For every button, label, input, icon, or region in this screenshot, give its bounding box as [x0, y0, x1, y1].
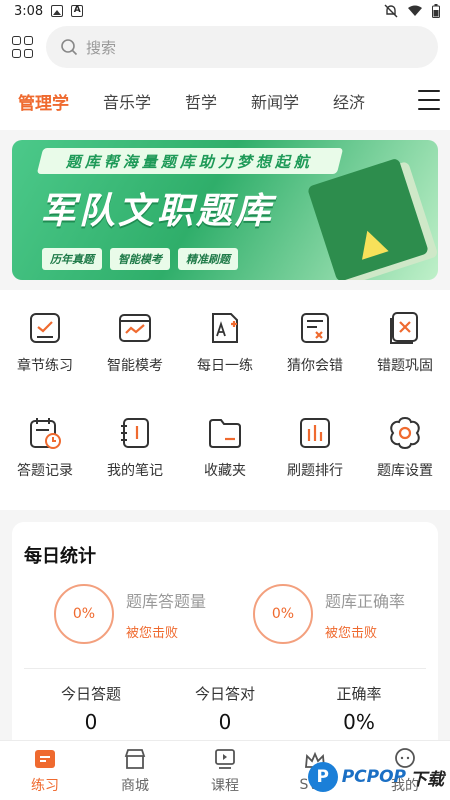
tab-journalism[interactable]: 新闻学 [251, 89, 299, 114]
nav-label: 练习 [31, 777, 59, 794]
feature-answer-record[interactable]: 答题记录 [0, 405, 90, 510]
menu-icon[interactable] [418, 90, 440, 110]
stats-title: 每日统计 [24, 546, 96, 567]
shop-icon [124, 748, 146, 769]
feature-label: 收藏夹 [204, 463, 246, 479]
stat-label: 题库正确率 [325, 591, 406, 611]
gallery-notification-icon [51, 5, 64, 17]
feature-label: 猜你会错 [287, 358, 343, 374]
settings-icon [390, 416, 420, 450]
a-notification-icon: A [71, 5, 84, 17]
banner-area: 题库帮海量题库助力梦想起航 军队文职题库 历年真题 智能模考 精准刷题 [0, 130, 450, 290]
feature-settings[interactable]: 题库设置 [360, 405, 450, 510]
feature-favorites[interactable]: 收藏夹 [180, 405, 270, 510]
chapter-practice-icon [30, 313, 60, 343]
status-bar: 3:08 A [0, 0, 450, 22]
smart-exam-icon [119, 314, 151, 342]
nav-label: 课程 [211, 777, 239, 794]
banner-slogan-box: 题库帮海量题库助力梦想起航 [36, 148, 344, 174]
feature-label: 题库设置 [377, 463, 433, 479]
stat-label: 题库答题量 [126, 591, 207, 611]
favorites-icon [209, 419, 241, 448]
answer-volume-stat: 0% 题库答题量 被您击败 [54, 584, 227, 644]
banner-tag: 智能模考 [110, 248, 170, 270]
watermark-suffix: 下载 [410, 769, 444, 790]
book-illustration-icon [306, 157, 430, 280]
feature-chapter-practice[interactable]: 章节练习 [0, 300, 90, 405]
tab-economics[interactable]: 经济 [333, 89, 365, 114]
feature-daily-practice[interactable]: 每日一练 [180, 300, 270, 405]
nav-shop[interactable]: 商城 [90, 741, 180, 800]
guess-wrong-icon [301, 313, 329, 343]
course-icon [215, 748, 235, 769]
banner-tag: 历年真题 [42, 248, 102, 270]
pcpop-logo-icon: P [307, 762, 338, 792]
category-grid-icon[interactable] [12, 36, 34, 58]
stats-area: 每日统计 0% 题库答题量 被您击败 0% 题库正确率 被您击败 今日答题 0 … [0, 510, 450, 762]
search-placeholder: 搜索 [86, 38, 117, 57]
today-answered-label: 今日答题 [60, 685, 121, 703]
stat-sublabel: 被您击败 [126, 625, 179, 641]
feature-ranking[interactable]: 刷题排行 [270, 405, 360, 510]
daily-stats-card: 每日统计 0% 题库答题量 被您击败 0% 题库正确率 被您击败 今日答题 0 … [12, 522, 438, 762]
tab-philosophy[interactable]: 哲学 [185, 89, 217, 114]
nav-practice[interactable]: 练习 [0, 741, 90, 800]
feature-label: 每日一练 [197, 358, 253, 374]
tab-management[interactable]: 管理学 [18, 89, 69, 114]
practice-icon [35, 749, 55, 768]
watermark: P PCPOP 下载 [307, 762, 444, 792]
feature-guess-wrong[interactable]: 猜你会错 [270, 300, 360, 405]
battery-icon [432, 4, 440, 18]
nav-courses[interactable]: 课程 [180, 741, 270, 800]
banner-slogan: 题库帮海量题库助力梦想起航 [66, 152, 314, 171]
answer-record-icon [30, 418, 61, 449]
feature-label: 我的笔记 [107, 463, 163, 479]
feature-label: 智能模考 [107, 358, 163, 374]
stat-sublabel: 被您击败 [325, 625, 378, 641]
today-correct-label: 今日答对 [194, 685, 255, 703]
nav-label: 商城 [121, 777, 149, 794]
bell-off-icon [384, 4, 398, 18]
subject-tabs: 管理学 音乐学 哲学 新闻学 经济 [0, 72, 450, 130]
feature-grid: 章节练习 智能模考 每日一练 猜你会错 错题巩固 答题记录 我的笔记 收藏夹 刷… [0, 290, 450, 510]
feature-label: 刷题排行 [287, 463, 343, 479]
today-correct-value: 0 [218, 710, 232, 734]
today-answered-value: 0 [84, 710, 98, 734]
stat-circle: 0% [253, 584, 313, 644]
accuracy-stat: 0% 题库正确率 被您击败 [253, 584, 426, 644]
notes-icon [121, 418, 149, 448]
promo-banner[interactable]: 题库帮海量题库助力梦想起航 军队文职题库 历年真题 智能模考 精准刷题 [12, 140, 438, 280]
watermark-brand: PCPOP [341, 767, 406, 787]
wrong-review-icon [390, 312, 418, 344]
feature-label: 章节练习 [17, 358, 73, 374]
feature-label: 答题记录 [17, 463, 73, 479]
feature-notes[interactable]: 我的笔记 [90, 405, 180, 510]
feature-label: 错题巩固 [377, 358, 433, 374]
accuracy-value: 0% [343, 710, 375, 734]
accuracy-label: 正确率 [336, 685, 382, 703]
feature-wrong-review[interactable]: 错题巩固 [360, 300, 450, 405]
divider [24, 668, 426, 669]
daily-practice-icon [212, 313, 238, 343]
feature-smart-exam[interactable]: 智能模考 [90, 300, 180, 405]
stat-circle: 0% [54, 584, 114, 644]
tab-music[interactable]: 音乐学 [103, 89, 151, 114]
search-row: 搜索 [0, 22, 450, 72]
banner-title: 军队文职题库 [40, 191, 275, 232]
ranking-icon [300, 418, 330, 448]
wifi-icon [408, 5, 422, 16]
banner-tag: 精准刷题 [178, 248, 238, 270]
status-time: 3:08 [14, 3, 44, 19]
search-input[interactable]: 搜索 [46, 26, 438, 68]
search-icon [61, 39, 78, 56]
today-stats: 今日答题 0 今日答对 0 正确率 0% [24, 683, 426, 734]
